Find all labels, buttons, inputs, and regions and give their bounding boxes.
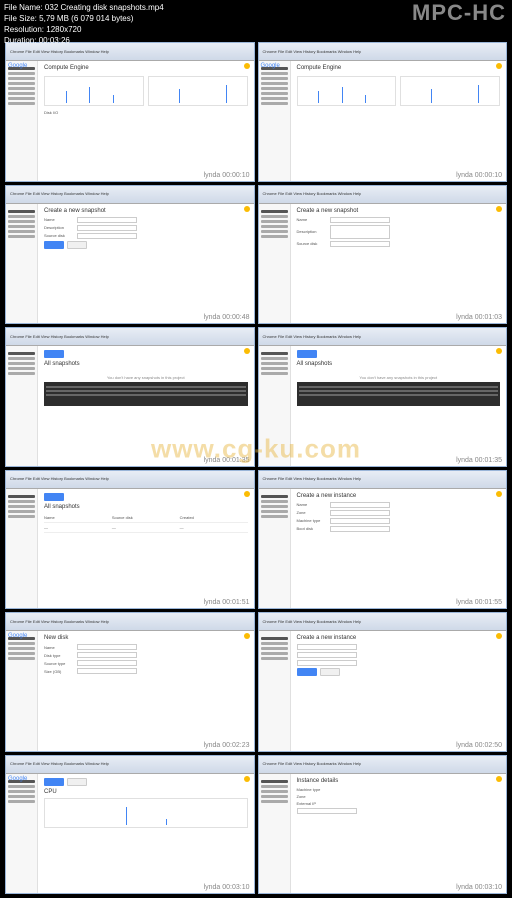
player-app-logo: MPC-HC — [412, 0, 506, 26]
browser-chrome: Chrome File Edit View History Bookmarks … — [259, 43, 507, 61]
thumbnail[interactable]: Chrome File Edit View History Bookmarks … — [5, 42, 255, 182]
thumbnail[interactable]: Chrome File Edit View History Bookmarks … — [258, 755, 508, 895]
thumbnail[interactable]: Chrome File Edit View History Bookmarks … — [258, 327, 508, 467]
thumbnail[interactable]: Chrome File Edit View History Bookmarks … — [258, 42, 508, 182]
page-title: Compute Engine — [44, 65, 248, 71]
cpu-chart — [44, 798, 248, 828]
cpu-chart — [44, 76, 144, 106]
google-logo: Google — [8, 63, 27, 69]
create-button[interactable] — [297, 668, 317, 676]
thumbnail[interactable]: Chrome File Edit View History Bookmarks … — [258, 185, 508, 325]
activity-panel — [44, 382, 248, 406]
thumbnail-grid: Chrome File Edit View History Bookmarks … — [5, 42, 507, 894]
timecode: lynda 00:00:10 — [202, 172, 252, 179]
timecode: lynda 00:00:10 — [454, 172, 504, 179]
table-row[interactable]: ——— — [44, 523, 248, 533]
cpu-chart — [297, 76, 397, 106]
cloud-sidebar[interactable] — [259, 61, 291, 181]
api-chart — [148, 76, 248, 106]
table-header: NameSource diskCreated — [44, 513, 248, 523]
thumbnail[interactable]: Chrome File Edit View History Bookmarks … — [5, 755, 255, 895]
thumbnail[interactable]: Chrome File Edit View History Bookmarks … — [258, 470, 508, 610]
thumbnail[interactable]: Chrome File Edit View History Bookmarks … — [5, 327, 255, 467]
create-button[interactable] — [44, 241, 64, 249]
api-chart — [400, 76, 500, 106]
name-input[interactable] — [77, 217, 137, 223]
source-select[interactable] — [77, 233, 137, 239]
new-snapshot-button[interactable] — [44, 350, 64, 358]
thumbnail[interactable]: Chrome File Edit View History Bookmarks … — [5, 185, 255, 325]
thumbnail[interactable]: Chrome File Edit View History Bookmarks … — [5, 470, 255, 610]
page-title: Compute Engine — [297, 65, 501, 71]
cancel-button[interactable] — [67, 241, 87, 249]
cloud-sidebar[interactable] — [6, 61, 38, 181]
thumbnail[interactable]: Chrome File Edit View History Bookmarks … — [258, 612, 508, 752]
video-metadata: File Name: 032 Creating disk snapshots.m… — [4, 2, 164, 46]
google-logo: Google — [261, 63, 280, 69]
desc-input[interactable] — [77, 225, 137, 231]
thumbnail[interactable]: Chrome File Edit View History Bookmarks … — [5, 612, 255, 752]
